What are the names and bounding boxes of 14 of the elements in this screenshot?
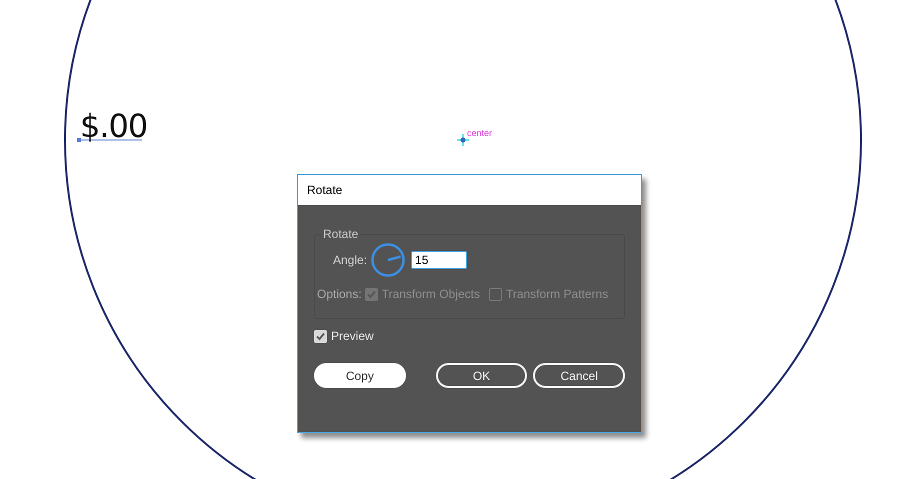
dialog-button[interactable]: OK — [436, 363, 528, 388]
group-label: Rotate — [322, 227, 360, 241]
dialog-button[interactable]: Copy — [314, 363, 406, 388]
check-icon — [366, 288, 377, 300]
dialog-button[interactable]: Cancel — [533, 363, 626, 388]
dialog-title: Rotate — [307, 183, 342, 197]
angle-dial-icon[interactable] — [371, 243, 406, 277]
options-label: Options: — [317, 287, 362, 301]
text-object: $.00 — [80, 108, 148, 144]
angle-input[interactable]: 15 — [411, 251, 468, 269]
angle-label: Angle: — [333, 253, 368, 267]
check-icon — [315, 330, 326, 342]
center-label: center — [467, 128, 492, 138]
preview-checkbox[interactable]: Preview — [314, 329, 374, 343]
